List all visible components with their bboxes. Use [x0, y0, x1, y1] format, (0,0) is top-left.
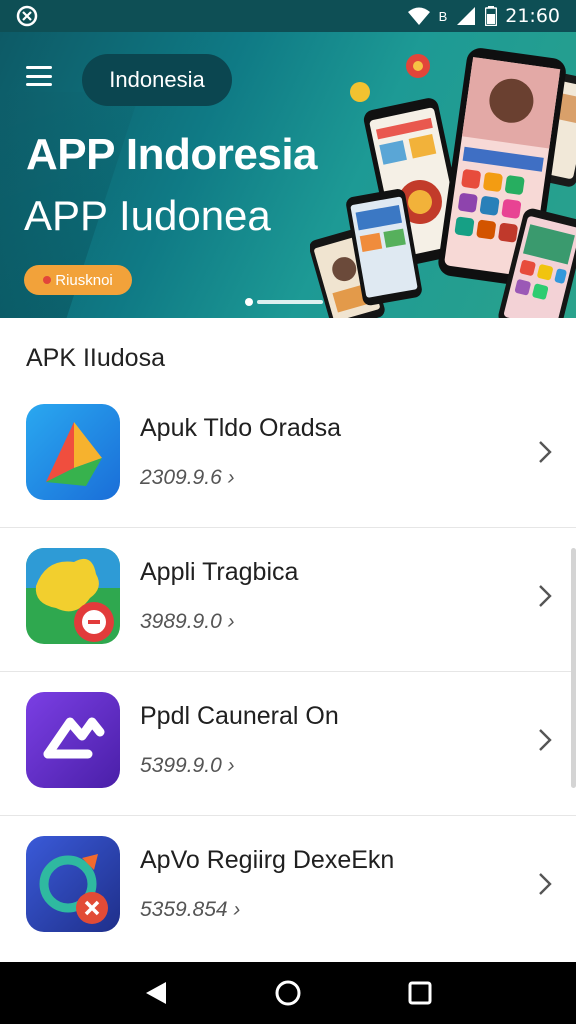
chevron-right-icon[interactable]	[534, 870, 556, 898]
app-notification-icon	[16, 5, 38, 27]
chevron-right-icon[interactable]	[534, 726, 556, 754]
hero-subtitle: APP Iudonea	[24, 192, 271, 239]
country-selector[interactable]: Indonesia	[82, 54, 232, 106]
list-item[interactable]: Apuk Tldo Oradsa 2309.9.6 ›	[0, 384, 576, 528]
status-bar: B 21:60	[0, 0, 576, 32]
hero-banner[interactable]: Indonesia APP Indoresia APP Iudonea Rius…	[0, 32, 576, 318]
hero-badge[interactable]: Riusknoi	[24, 265, 132, 295]
app-meta: 3989.9.0 ›	[140, 610, 235, 633]
floating-coin-badge-icon	[350, 82, 370, 102]
back-icon[interactable]	[141, 978, 171, 1008]
badge-dot-icon	[43, 276, 52, 284]
recents-icon[interactable]	[405, 978, 435, 1008]
purple-link-icon	[26, 692, 120, 788]
chevron-right-icon[interactable]	[534, 582, 556, 610]
app-name: Appli Tragbica	[140, 558, 299, 586]
status-indicators: B 21:60	[407, 5, 560, 27]
app-name: ApVo Regiirg DexeEkn	[140, 846, 395, 874]
home-icon[interactable]	[273, 978, 303, 1008]
app-name: Ppdl Cauneral On	[140, 702, 339, 730]
refresh-cross-icon	[26, 836, 120, 932]
chevron-right-icon[interactable]	[534, 438, 556, 466]
app-list: Apuk Tldo Oradsa 2309.9.6 › Appli Tragbi…	[0, 384, 576, 960]
status-time: 21:60	[505, 5, 560, 27]
app-meta: 5359.854 ›	[140, 898, 241, 921]
hero-title: APP Indoresia	[26, 130, 318, 179]
green-map-icon	[26, 548, 120, 644]
hero-badge-label: Riusknoi	[55, 271, 113, 289]
app-meta: 5399.9.0 ›	[140, 754, 235, 777]
wifi-icon	[407, 7, 430, 25]
triangle-logo-icon	[26, 404, 120, 500]
hamburger-menu-icon[interactable]	[22, 62, 56, 90]
system-nav-bar	[0, 962, 576, 1024]
list-item[interactable]: Appli Tragbica 3989.9.0 ›	[0, 528, 576, 672]
list-item[interactable]: Ppdl Cauneral On 5399.9.0 ›	[0, 672, 576, 816]
phones-collage-image	[310, 48, 576, 318]
app-meta: 2309.9.6 ›	[140, 466, 235, 489]
list-item[interactable]: ApVo Regiirg DexeEkn 5359.854 ›	[0, 816, 576, 960]
pager-dot-active[interactable]	[245, 298, 253, 306]
network-label: B	[438, 8, 448, 24]
scrollbar[interactable]	[571, 548, 576, 788]
section-title: APK IIudosa	[26, 344, 165, 372]
battery-icon	[485, 6, 498, 26]
signal-icon	[457, 7, 476, 25]
app-name: Apuk Tldo Oradsa	[140, 414, 342, 442]
